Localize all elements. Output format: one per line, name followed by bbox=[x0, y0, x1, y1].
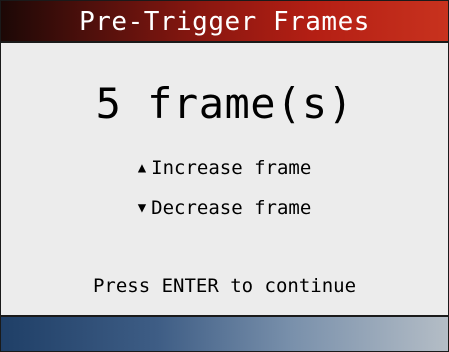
scan-tool-screen: Pre-Trigger Frames 5 frame(s) ▲ Increase … bbox=[0, 0, 449, 352]
enter-hint: Press ENTER to continue bbox=[92, 275, 357, 297]
footer-bar bbox=[1, 315, 448, 351]
title-bar: Pre-Trigger Frames bbox=[1, 1, 448, 43]
increase-frame-option[interactable]: ▲ Increase frame bbox=[1, 156, 448, 180]
triangle-down-icon: ▼ bbox=[137, 200, 147, 216]
decrease-frame-label: Decrease frame bbox=[151, 197, 312, 219]
page-title: Pre-Trigger Frames bbox=[79, 7, 370, 37]
triangle-up-icon: ▲ bbox=[137, 160, 147, 176]
frame-count-value: 5 frame(s) bbox=[95, 79, 354, 128]
increase-frame-label: Increase frame bbox=[151, 157, 312, 179]
decrease-frame-option[interactable]: ▼ Decrease frame bbox=[1, 196, 448, 220]
